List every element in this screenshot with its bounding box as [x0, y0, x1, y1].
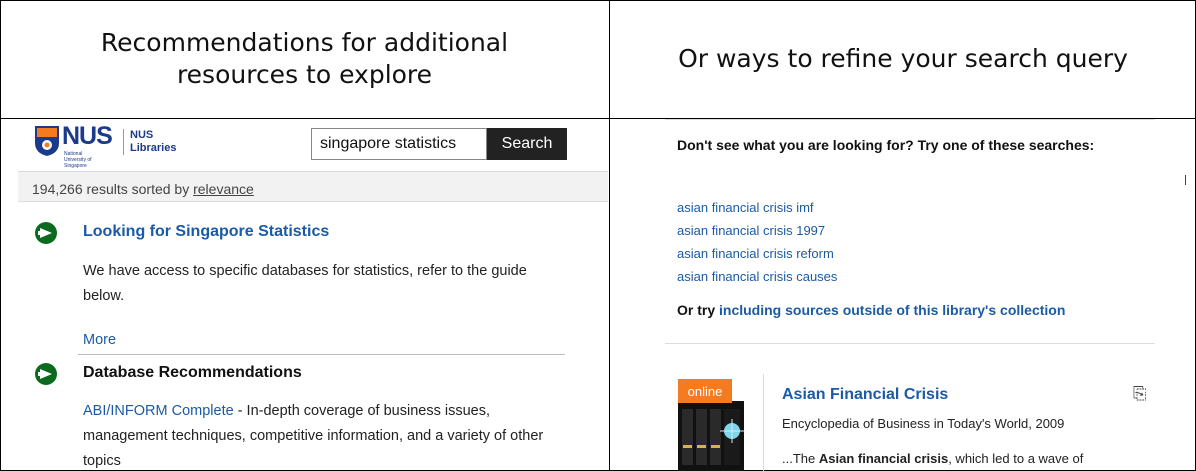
result-source: Encyclopedia of Business in Today's Worl…: [782, 416, 1065, 431]
search-input[interactable]: singapore statistics: [311, 128, 487, 160]
left-screenshot: NUS National University of Singapore NUS…: [18, 119, 608, 471]
abi-inform-link[interactable]: ABI/INFORM Complete: [83, 403, 234, 419]
more-link[interactable]: More: [83, 332, 116, 348]
nus-logo-subtitle: National University of Singapore: [64, 151, 92, 169]
expand-search-line: Or try including sources outside of this…: [677, 302, 1065, 318]
right-header-text: Or ways to refine your search query: [678, 43, 1128, 73]
section-divider: [78, 354, 565, 355]
suggestion-link[interactable]: asian financial crisis imf: [677, 200, 814, 215]
result-snippet: ...The Asian financial crisis, which led…: [782, 451, 1083, 466]
cite-icon[interactable]: ⎘: [1133, 384, 1147, 404]
snippet-highlight: Asian financial crisis: [818, 451, 949, 466]
arrow-right-icon: [35, 222, 57, 244]
arrow-right-icon: [35, 363, 57, 385]
thumbnail-rule: [763, 374, 764, 471]
suggestion-link[interactable]: asian financial crisis causes: [677, 269, 837, 284]
snippet-rest: , which led to a wave of: [948, 451, 1084, 466]
rec-statistics-body: We have access to specific databases for…: [83, 263, 527, 304]
suggestion-link[interactable]: asian financial crisis 1997: [677, 223, 825, 238]
sort-relevance-link[interactable]: relevance: [193, 181, 254, 197]
right-header: Or ways to refine your search query: [610, 0, 1196, 118]
top-rule: [665, 119, 1155, 120]
left-header: Recommendations for additional resources…: [0, 0, 609, 118]
libraries-line2: Libraries: [130, 142, 177, 154]
left-header-text: Recommendations for additional resources…: [100, 27, 509, 90]
rec-statistics-title[interactable]: Looking for Singapore Statistics: [83, 223, 329, 241]
suggestion-prompt: Don't see what you are looking for? Try …: [677, 137, 1095, 153]
search-button[interactable]: Search: [487, 128, 567, 160]
or-try-label: Or try: [677, 302, 720, 318]
online-badge: online: [678, 379, 732, 403]
result-title-link[interactable]: Asian Financial Crisis: [782, 386, 948, 404]
libraries-label[interactable]: NUS Libraries: [130, 129, 176, 155]
database-recommendations-title: Database Recommendations: [83, 364, 302, 381]
scroll-tick: [1185, 175, 1186, 185]
libraries-line1: NUS: [130, 129, 154, 141]
suggestion-link[interactable]: asian financial crisis reform: [677, 246, 834, 261]
nus-crest-icon[interactable]: [34, 125, 60, 157]
results-count: 194,266 results sorted by: [32, 181, 194, 197]
logo-separator: [123, 129, 124, 155]
nus-logo-word[interactable]: NUS: [62, 122, 113, 151]
nus-header-bar: NUS National University of Singapore NUS…: [18, 119, 608, 172]
right-screenshot: Don't see what you are looking for? Try …: [610, 119, 1196, 471]
outside-collection-link[interactable]: including sources outside of this librar…: [719, 302, 1065, 318]
result-separator: [665, 343, 1155, 344]
snippet-prefix: ...The: [782, 451, 819, 466]
database-recommendation-item: ABI/INFORM Complete - In-depth coverage …: [83, 399, 573, 471]
results-summary: 194,266 results sorted by relevance: [18, 172, 608, 202]
